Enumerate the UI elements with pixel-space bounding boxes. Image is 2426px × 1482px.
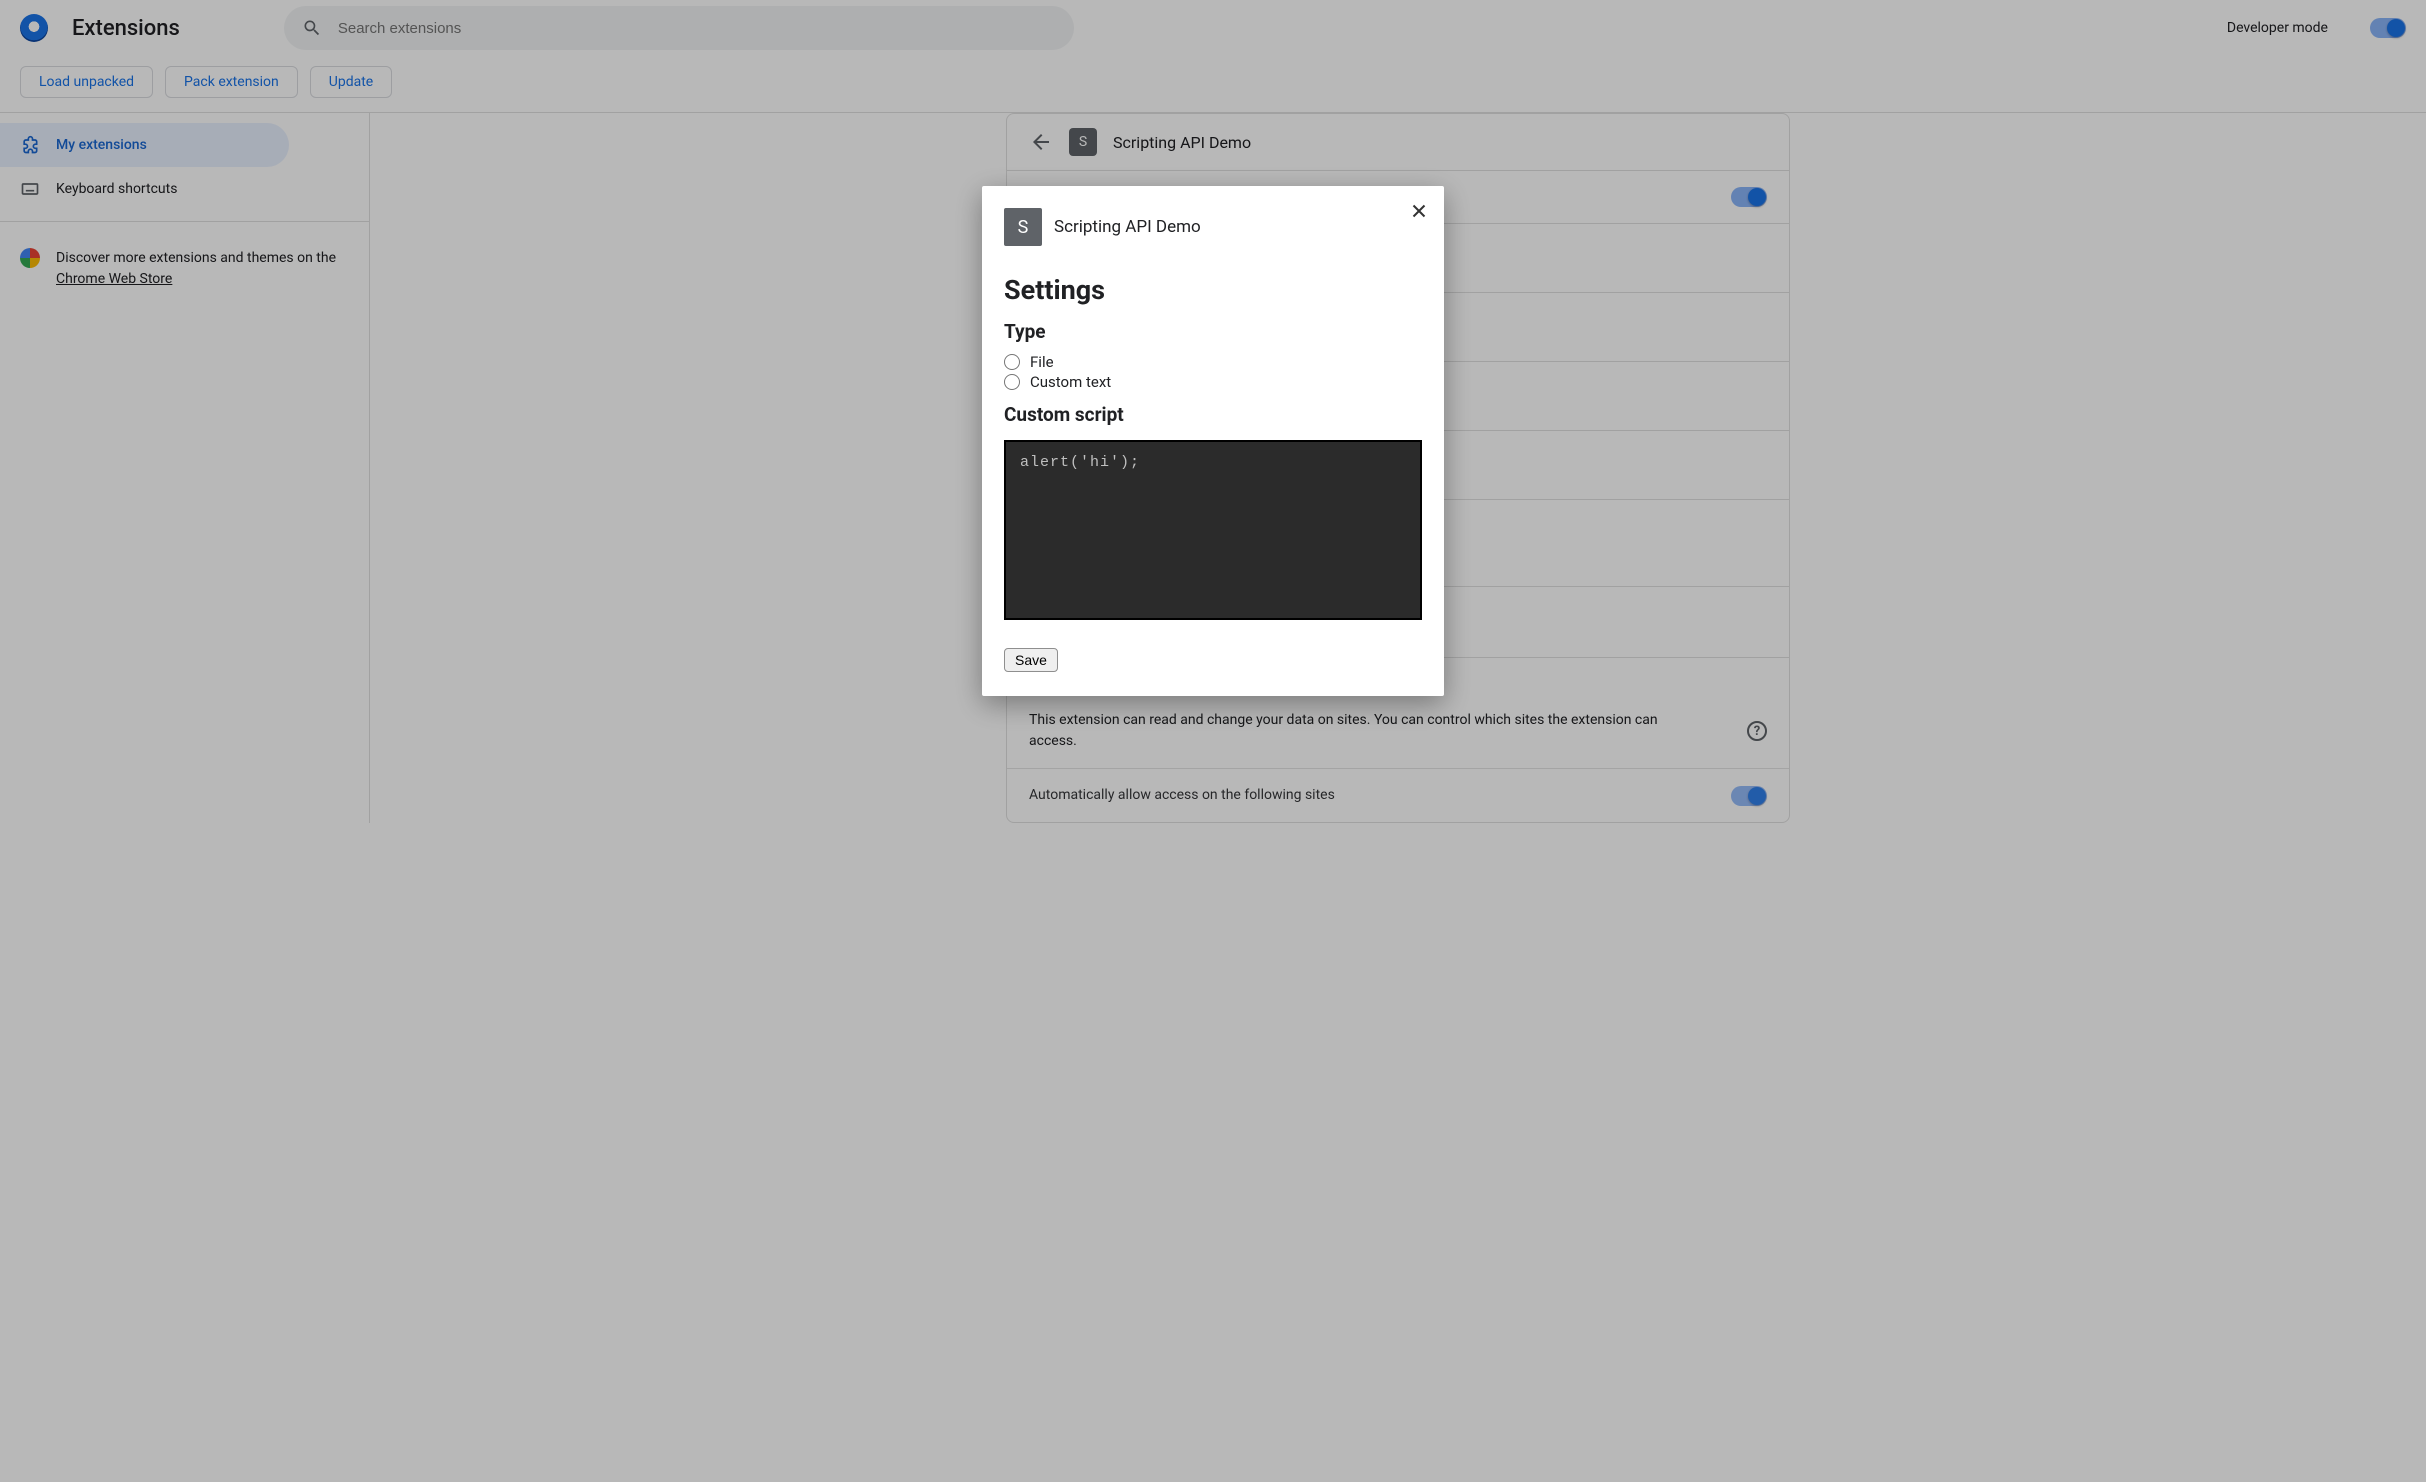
save-button[interactable]: Save [1004,648,1058,672]
custom-script-heading: Custom script [1004,403,1422,426]
settings-heading: Settings [1004,274,1422,306]
modal-extension-avatar: S [1004,208,1042,246]
radio-file-input[interactable] [1004,354,1020,370]
settings-modal: S Scripting API Demo Settings Type File … [982,186,1444,696]
modal-extension-title: Scripting API Demo [1054,217,1201,237]
radio-file-row[interactable]: File [1004,353,1422,371]
radio-custom-input[interactable] [1004,374,1020,390]
close-button[interactable] [1408,200,1430,222]
close-icon [1408,200,1430,222]
radio-custom-row[interactable]: Custom text [1004,373,1422,391]
modal-overlay: S Scripting API Demo Settings Type File … [0,0,2426,1482]
radio-custom-label: Custom text [1030,373,1111,391]
custom-script-textarea[interactable] [1004,440,1422,620]
type-heading: Type [1004,320,1422,343]
radio-file-label: File [1030,353,1054,371]
